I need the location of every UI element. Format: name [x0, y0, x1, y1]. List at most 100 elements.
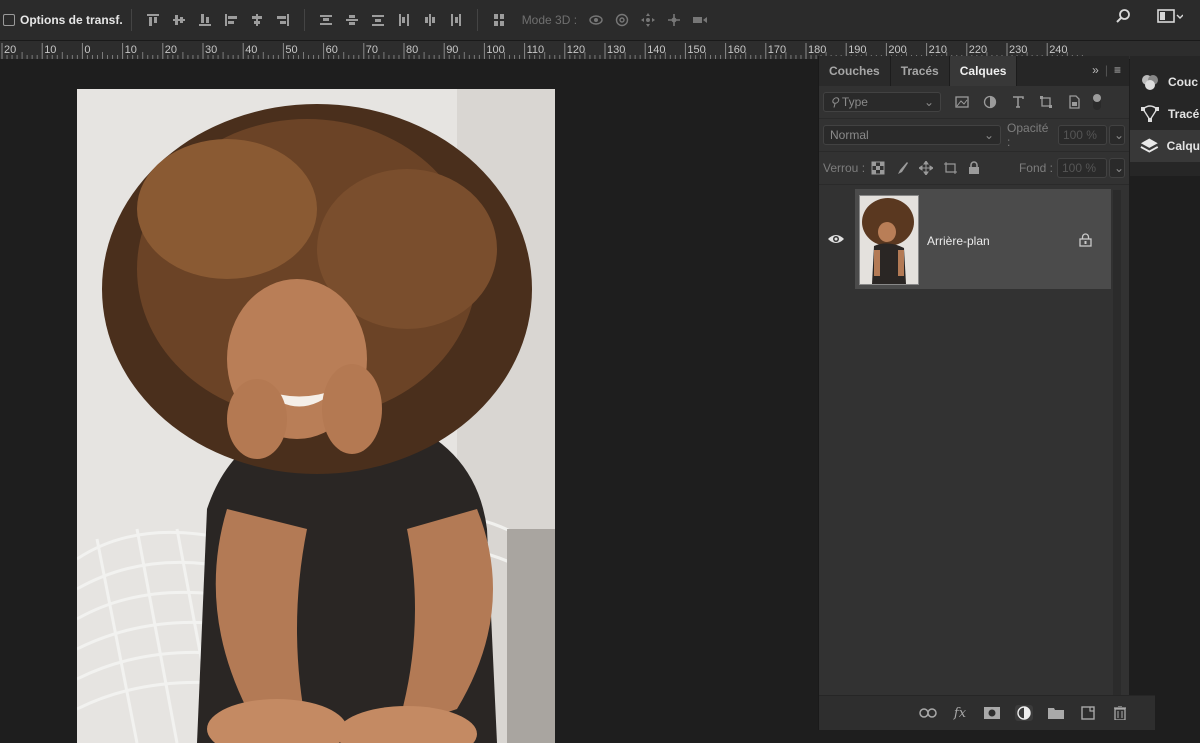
- orbit-3d-icon[interactable]: [588, 12, 604, 28]
- image-filter-icon[interactable]: [955, 95, 969, 109]
- new-layer-icon[interactable]: [1079, 705, 1097, 721]
- ruler-label: 0: [84, 44, 90, 56]
- chevron-down-icon: ⌄: [983, 128, 995, 142]
- ruler-label: 220: [969, 44, 987, 56]
- fill-dropdown[interactable]: ⌄: [1109, 158, 1125, 178]
- new-adjustment-layer-icon[interactable]: [1015, 705, 1033, 721]
- panel-menu: » | ≡: [1092, 63, 1121, 77]
- document-canvas[interactable]: [0, 59, 818, 743]
- adjustment-filter-icon[interactable]: [983, 95, 997, 109]
- align-bottom-icon[interactable]: [197, 12, 213, 28]
- layers-panel-footer: fx: [819, 695, 1155, 730]
- layer-effects-icon[interactable]: fx: [951, 705, 969, 721]
- ruler-label: 190: [848, 44, 866, 56]
- layer-thumbnail-image: [860, 196, 918, 284]
- tab-paths[interactable]: Tracés: [890, 56, 950, 86]
- document-image[interactable]: [77, 89, 555, 743]
- fill-label: Fond :: [1018, 161, 1053, 175]
- dock-item-label: Couc: [1168, 75, 1198, 89]
- align-horizontal-center-icon[interactable]: [249, 12, 265, 28]
- shape-filter-icon[interactable]: [1039, 95, 1053, 109]
- distribute-bottom-icon[interactable]: [370, 12, 386, 28]
- layer-lock-icon[interactable]: [1079, 233, 1092, 247]
- fill-value: 100 %: [1062, 161, 1097, 175]
- layers-panel: Couches Tracés Calques » | ≡ ⚲ Type ⌄ No…: [818, 56, 1155, 730]
- mode-3d-label: Mode 3D :: [521, 13, 578, 27]
- roll-3d-icon[interactable]: [614, 12, 630, 28]
- layer-name[interactable]: Arrière-plan: [927, 234, 990, 248]
- align-right-icon[interactable]: [275, 12, 291, 28]
- lock-artboard-icon[interactable]: [943, 161, 958, 175]
- distribute-top-icon[interactable]: [318, 12, 334, 28]
- lock-row: Verrou : Fond : 100 % ⌄: [819, 152, 1129, 185]
- align-left-icon[interactable]: [223, 12, 239, 28]
- distribute-vertical-center-icon[interactable]: [344, 12, 360, 28]
- distribute-left-icon[interactable]: [396, 12, 412, 28]
- ruler-label: 20: [165, 44, 177, 56]
- tab-layers[interactable]: Calques: [949, 56, 1018, 86]
- layer-thumbnail[interactable]: [859, 195, 919, 285]
- dock-item-layers[interactable]: Calqu: [1130, 130, 1200, 162]
- slide-3d-icon[interactable]: [666, 12, 682, 28]
- ruler-label: 100: [486, 44, 504, 56]
- distribute-right-icon[interactable]: [448, 12, 464, 28]
- filter-row: ⚲ Type ⌄: [819, 86, 1129, 119]
- lock-position-icon[interactable]: [918, 160, 934, 176]
- align-vertical-center-icon[interactable]: [171, 12, 187, 28]
- lock-transparent-pixels-icon[interactable]: [871, 161, 885, 175]
- dock-item-paths[interactable]: Tracé: [1130, 98, 1200, 130]
- visibility-eye-icon[interactable]: [827, 232, 845, 246]
- search-icon: ⚲: [830, 95, 839, 109]
- auto-align-icon[interactable]: [491, 12, 507, 28]
- channels-icon: [1142, 75, 1158, 90]
- ruler-label: 200: [888, 44, 906, 56]
- chevron-down-icon: ⌄: [923, 95, 934, 109]
- panel-menu-icon[interactable]: ≡: [1114, 63, 1121, 77]
- type-filter-icon[interactable]: [1011, 95, 1025, 109]
- scale-3d-icon[interactable]: [692, 12, 708, 28]
- lock-image-pixels-icon[interactable]: [895, 161, 909, 175]
- smart-object-filter-icon[interactable]: [1067, 95, 1081, 109]
- delete-layer-icon[interactable]: [1111, 705, 1129, 721]
- ruler-label: 160: [728, 44, 746, 56]
- pan-3d-icon[interactable]: [640, 12, 656, 28]
- chevron-down-icon: ⌄: [1114, 161, 1125, 175]
- transform-options-checkbox[interactable]: [3, 14, 15, 26]
- ruler-label: 150: [687, 44, 705, 56]
- ruler-label: 170: [768, 44, 786, 56]
- panel-scrollbar[interactable]: [1113, 190, 1121, 720]
- add-mask-icon[interactable]: [983, 705, 1001, 721]
- divider: [130, 9, 132, 31]
- align-top-icon[interactable]: [145, 12, 161, 28]
- ruler-label: 140: [647, 44, 665, 56]
- chevron-down-icon: ⌄: [1114, 128, 1125, 142]
- ruler-label: 120: [567, 44, 585, 56]
- workspace-icon[interactable]: [1157, 8, 1183, 24]
- opacity-input[interactable]: 100 %: [1057, 125, 1108, 145]
- link-layers-icon[interactable]: [919, 705, 937, 721]
- fill-input[interactable]: 100 %: [1057, 158, 1107, 178]
- dock-item-channels[interactable]: Couc: [1130, 66, 1200, 98]
- lock-all-icon[interactable]: [967, 161, 981, 175]
- ruler-label: 70: [366, 44, 378, 56]
- blend-mode-select[interactable]: Normal ⌄: [823, 125, 1002, 145]
- filter-kind-select[interactable]: ⚲ Type ⌄: [823, 92, 941, 112]
- opacity-dropdown[interactable]: ⌄: [1109, 125, 1126, 145]
- ruler-label: 240: [1049, 44, 1067, 56]
- portrait-photo: [77, 89, 555, 743]
- layers-icon: [1140, 138, 1159, 153]
- ruler-label: 40: [245, 44, 257, 56]
- divider: [476, 9, 478, 31]
- ruler-label: 210: [929, 44, 947, 56]
- options-bar: Options de transf. Mode 3D :: [0, 0, 1200, 41]
- filter-toggle[interactable]: [1093, 94, 1101, 110]
- collapse-panel-icon[interactable]: »: [1092, 63, 1099, 77]
- blend-mode-value: Normal: [830, 128, 869, 142]
- ruler-label: 20: [4, 44, 16, 56]
- dock-item-label: Calqu: [1166, 139, 1200, 153]
- search-icon[interactable]: [1115, 8, 1131, 24]
- tab-channels[interactable]: Couches: [819, 56, 891, 86]
- distribute-horizontal-center-icon[interactable]: [422, 12, 438, 28]
- ruler-label: 80: [406, 44, 418, 56]
- new-group-icon[interactable]: [1047, 705, 1065, 721]
